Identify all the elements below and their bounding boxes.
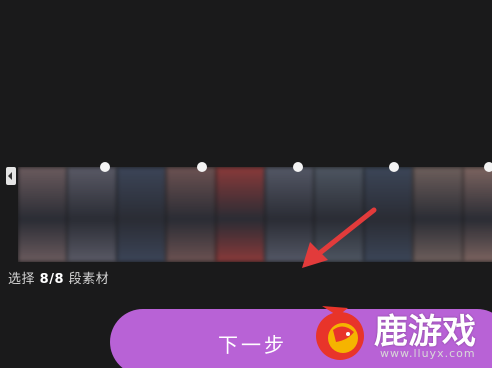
- timeline-marker: [389, 162, 399, 172]
- selection-count-label: 选择 8/8 段素材: [8, 268, 109, 287]
- editor-screen: 选择 8/8 段素材 下一步 鹿游戏 www.lluyx.com: [0, 0, 492, 368]
- clip-thumbnail: [116, 167, 167, 262]
- timeline-left-handle[interactable]: [6, 167, 16, 185]
- clip-thumbnail: [166, 167, 216, 262]
- clip-thumbnail: [215, 167, 265, 262]
- selection-prefix: 选择: [8, 272, 36, 287]
- watermark-logo-icon: [316, 306, 364, 360]
- timeline-marker: [197, 162, 207, 172]
- clip-timeline[interactable]: [18, 167, 492, 262]
- clip-thumbnail: [67, 167, 117, 262]
- watermark-url: www.lluyx.com: [380, 347, 476, 360]
- clip-thumbnail: [413, 167, 463, 262]
- watermark-text: 鹿游戏: [374, 312, 476, 352]
- timeline-marker: [293, 162, 303, 172]
- next-step-label: 下一步: [218, 333, 287, 357]
- clip-thumbnail: [462, 167, 492, 262]
- annotation-arrow: [302, 207, 377, 268]
- clip-thumbnail: [18, 167, 68, 262]
- selection-suffix: 段素材: [68, 272, 110, 287]
- timeline-marker: [100, 162, 110, 172]
- timeline-marker: [484, 162, 492, 172]
- selection-count: 8/8: [39, 272, 64, 287]
